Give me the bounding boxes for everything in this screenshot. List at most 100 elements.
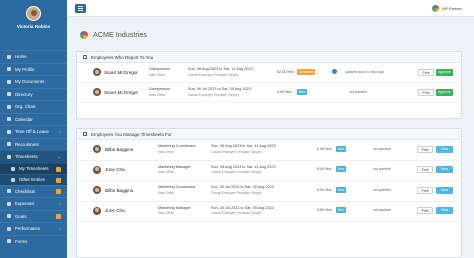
table-row: Bilbo Baggins Marketing Coordinator Main… <box>77 140 461 161</box>
user-icon <box>7 67 11 72</box>
approve-button[interactable]: Approve <box>436 88 453 96</box>
employee-name[interactable]: June Cha <box>105 167 125 172</box>
sidebar-item-home[interactable]: Home <box>0 50 67 63</box>
sidebar-item-checklists[interactable]: Checklists <box>0 184 67 198</box>
reports-panel: Employees Who Report To You Stuart McGre… <box>76 51 462 119</box>
sidebar-item-calendar[interactable]: Calendar <box>0 112 67 126</box>
user-profile[interactable]: Victoria Robins <box>0 0 67 50</box>
avatar <box>93 88 101 96</box>
updated-text: not updated <box>373 187 391 192</box>
timesheet-period: Sun, 06 Aug 2023 to Sat, 12 Aug 2023 <box>188 67 253 71</box>
menu-toggle-button[interactable] <box>75 4 86 13</box>
chevron-right-icon: › <box>59 226 61 232</box>
table-row: Bilbo Baggins Marketing Coordinator Main… <box>77 181 461 202</box>
print-button[interactable]: Print <box>417 186 433 194</box>
status-badge: New <box>336 145 347 152</box>
document-icon <box>7 79 11 84</box>
print-button[interactable]: Print <box>418 68 434 76</box>
table-row: June Cha Marketing Manager Main Office S… <box>77 202 461 222</box>
managed-timesheets-panel: Employees You Manage Timesheets For Bilb… <box>76 128 462 258</box>
updated-text: not updated <box>373 167 391 172</box>
position-title: Marketing Manager <box>158 205 191 210</box>
position-title: Marketing Coordinator <box>158 144 196 148</box>
avatar[interactable] <box>26 6 41 21</box>
employee-name[interactable]: Stuart McGregor <box>104 70 138 75</box>
panel-title: Employees Who Report To You <box>91 54 154 60</box>
employee-name[interactable]: Stuart McGregor <box>104 90 138 95</box>
recruitment-icon <box>7 142 11 147</box>
view-button[interactable]: View <box>436 207 453 214</box>
position-office: Main Office <box>158 170 175 174</box>
user-name[interactable]: Victoria Robins <box>17 24 51 29</box>
account-name[interactable]: HR Partner <box>442 6 462 11</box>
sidebar: Victoria Robins Home My Profile My Docum… <box>0 0 67 258</box>
clock-icon <box>7 154 11 159</box>
view-button[interactable]: View <box>436 145 453 153</box>
print-button[interactable]: Print <box>418 88 434 96</box>
sidebar-item-my-timesheets[interactable]: My Timesheets <box>0 162 67 174</box>
sidebar-item-directory[interactable]: Directory <box>0 87 67 101</box>
position-office: Main Office <box>149 72 166 77</box>
status-badge: Submitted <box>297 68 316 75</box>
print-button[interactable]: Print <box>417 207 433 214</box>
updated-text: not updated <box>373 208 391 213</box>
hours-total: 52.00 Hrs <box>277 69 294 74</box>
money-icon <box>7 201 11 206</box>
updated-text: updated about 2 days ago <box>345 69 385 74</box>
timesheet-template: Casual Employee Template (Single) <box>211 149 262 154</box>
calendar-icon <box>83 55 87 59</box>
company-logo-icon <box>80 30 88 39</box>
info-icon[interactable] <box>332 69 337 74</box>
updated-text: not updated <box>373 146 391 151</box>
timesheet-template: Casual Employee Template (Single) <box>211 170 262 174</box>
sidebar-item-expenses[interactable]: Expenses › <box>0 197 67 210</box>
sidebar-item-other-entries[interactable]: Other Entries <box>0 173 67 185</box>
status-badge: New <box>336 207 347 213</box>
sidebar-item-recruitment[interactable]: Recruitment <box>0 137 67 151</box>
account-logo-icon <box>431 5 439 12</box>
sidebar-item-forms[interactable]: Forms <box>0 234 67 248</box>
employee-name[interactable]: Bilbo Baggins <box>105 188 133 193</box>
employee-name[interactable]: June Cha <box>105 208 125 213</box>
sidebar-item-my-documents[interactable]: My Documents <box>0 75 67 88</box>
panel-header: Employees You Manage Timesheets For <box>77 129 461 140</box>
view-button[interactable]: View <box>436 186 453 194</box>
list-icon <box>11 177 15 182</box>
account-menu[interactable]: HR Partner <box>431 5 462 12</box>
print-button[interactable]: Print <box>417 145 433 153</box>
chevron-right-icon: › <box>59 129 61 135</box>
hours-total: 0.00 Hrs <box>277 89 292 94</box>
print-button[interactable]: Print <box>417 166 433 173</box>
list-icon <box>11 166 15 171</box>
sidebar-item-performance[interactable]: Performance › <box>0 222 67 235</box>
calendar-icon <box>7 117 11 122</box>
sidebar-item-timesheets[interactable]: Timesheets ⌄ <box>0 150 67 163</box>
table-row: Stuart McGregor Salesperson Main Office … <box>77 83 461 103</box>
timesheet-period: Sun, 30 Jul 2023 to Sat, 05 Aug 2023 <box>211 185 274 189</box>
sidebar-item-time-off[interactable]: Time Off & Leave › <box>0 125 67 138</box>
position-title: Marketing Manager <box>158 164 191 169</box>
hours-total: 0.00 Hrs <box>317 187 332 192</box>
employee-name[interactable]: Bilbo Baggins <box>105 147 133 152</box>
chevron-right-icon: › <box>59 201 61 207</box>
table-row: June Cha Marketing Manager Main Office S… <box>77 161 461 181</box>
panel-header: Employees Who Report To You <box>77 52 461 63</box>
status-badge: New <box>336 186 347 193</box>
hours-total: 0.00 Hrs <box>317 146 332 151</box>
count-badge <box>56 213 61 219</box>
hours-total: 0.00 Hrs <box>317 167 332 171</box>
view-button[interactable]: View <box>436 166 453 173</box>
approve-button[interactable]: Approve <box>436 68 453 76</box>
sidebar-item-goals[interactable]: Goals <box>0 209 67 223</box>
count-badge <box>56 177 61 183</box>
top-bar: HR Partner <box>67 0 474 17</box>
hours-total: 0.00 Hrs <box>317 208 332 212</box>
performance-icon <box>7 226 11 231</box>
org-chart-icon <box>7 104 11 109</box>
status-badge: New <box>336 166 347 172</box>
chevron-down-icon: ⌄ <box>57 154 61 160</box>
sidebar-item-my-profile[interactable]: My Profile <box>0 62 67 76</box>
avatar <box>93 165 101 174</box>
sidebar-item-org-chart[interactable]: Org. Chart <box>0 100 67 113</box>
avatar <box>93 68 101 76</box>
